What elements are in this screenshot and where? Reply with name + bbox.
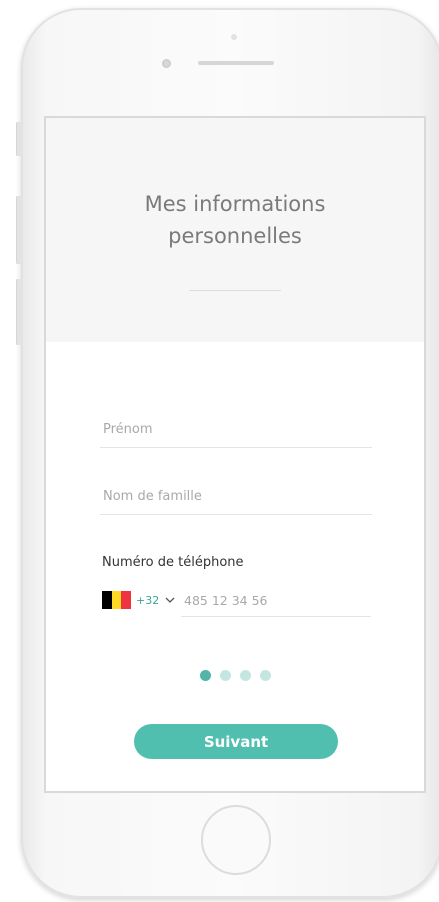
page-title-line2: personnelles bbox=[168, 224, 302, 248]
app-screen: Mes informations personnelles Numéro de … bbox=[44, 116, 426, 793]
first-name-input[interactable] bbox=[100, 422, 375, 447]
home-button[interactable] bbox=[201, 805, 271, 875]
mute-switch bbox=[16, 122, 22, 156]
earpiece-speaker bbox=[198, 61, 274, 65]
step-dot-1 bbox=[200, 670, 211, 681]
phone-number-input[interactable] bbox=[181, 593, 374, 616]
last-name-field bbox=[100, 485, 375, 515]
country-code: +32 bbox=[136, 593, 160, 607]
step-dot-4 bbox=[260, 670, 271, 681]
page-title: Mes informations personnelles bbox=[46, 188, 424, 252]
next-button[interactable]: Suivant bbox=[134, 724, 338, 759]
step-dot-3 bbox=[240, 670, 251, 681]
country-code-selector[interactable]: +32 bbox=[102, 590, 176, 610]
page-title-line1: Mes informations bbox=[144, 192, 326, 216]
volume-down-button bbox=[16, 279, 22, 345]
volume-up-button bbox=[16, 196, 22, 264]
step-dot-2 bbox=[220, 670, 231, 681]
step-indicator bbox=[200, 670, 271, 681]
title-divider bbox=[189, 290, 281, 291]
proximity-sensor bbox=[231, 34, 237, 40]
phone-number-field bbox=[181, 590, 374, 617]
first-name-field bbox=[100, 418, 375, 448]
last-name-input[interactable] bbox=[100, 489, 375, 514]
page-header: Mes informations personnelles bbox=[46, 118, 424, 342]
chevron-down-icon bbox=[165, 597, 175, 603]
phone-label: Numéro de téléphone bbox=[102, 555, 244, 570]
belgium-flag-icon bbox=[102, 591, 132, 609]
front-camera bbox=[162, 59, 171, 68]
